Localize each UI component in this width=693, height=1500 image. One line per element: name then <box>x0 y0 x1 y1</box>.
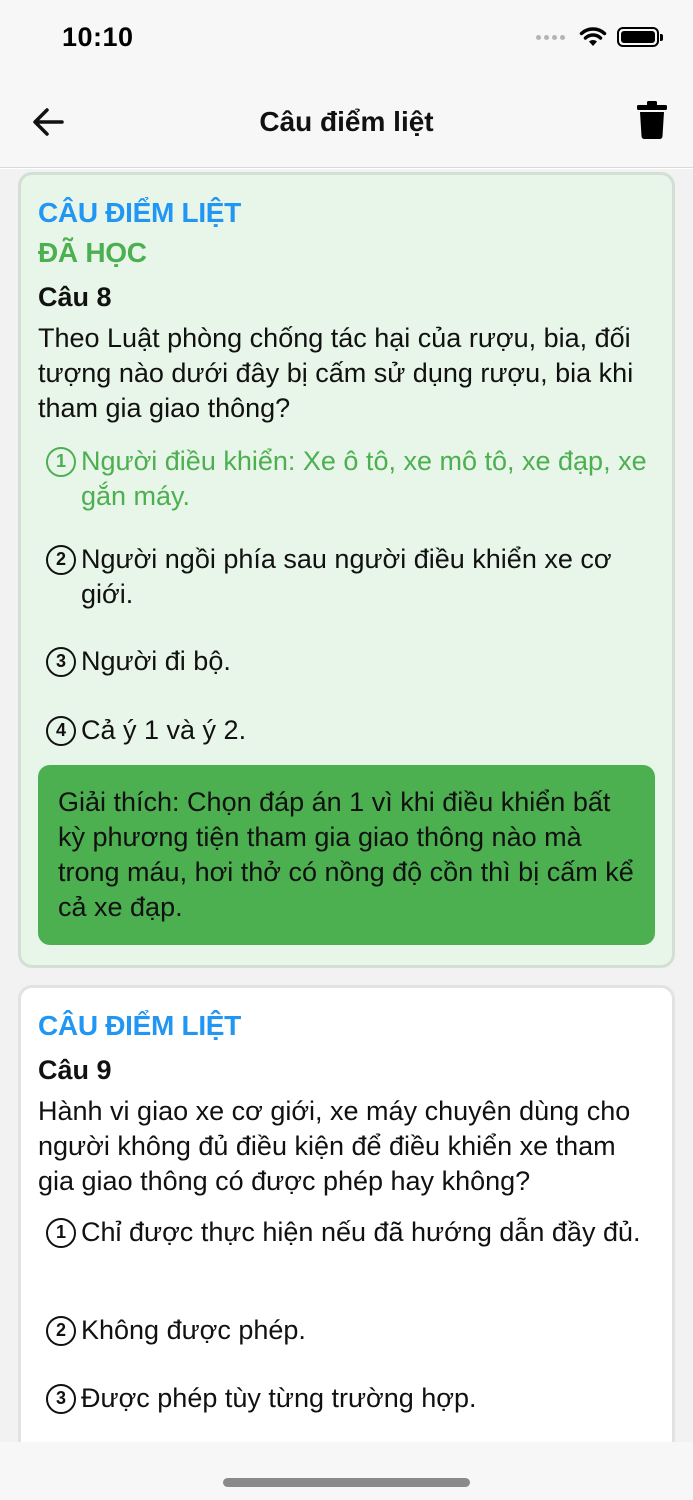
important-tag: CÂU ĐIỂM LIỆT <box>38 1010 241 1041</box>
page-title: Câu điểm liệt <box>259 106 434 137</box>
answer-text: Người đi bộ. <box>81 646 231 676</box>
answer-option[interactable]: 4 Cả ý 1 và ý 2. <box>38 713 655 765</box>
answer-text: Chỉ được thực hiện nếu đã hướng dẫn đầy … <box>81 1217 641 1247</box>
answer-option[interactable]: 1 Chỉ được thực hiện nếu đã hướng dẫn đầ… <box>38 1215 655 1313</box>
answer-option[interactable]: 3 Người đi bộ. <box>38 644 655 713</box>
answer-number-1: 1 <box>46 447 76 477</box>
question-number: Câu 9 <box>38 1055 112 1085</box>
battery-icon <box>617 27 663 47</box>
home-indicator-area <box>0 1442 693 1500</box>
answer-number-1: 1 <box>46 1218 76 1248</box>
cellular-signal-icon <box>536 34 565 40</box>
answer-text: Người điều khiển: Xe ô tô, xe mô tô, xe … <box>81 446 647 511</box>
delete-button[interactable] <box>637 100 667 140</box>
question-card[interactable]: CÂU ĐIỂM LIỆT ĐÃ HỌC Câu 8 Theo Luật phò… <box>18 172 675 968</box>
answer-number-3: 3 <box>46 1384 76 1414</box>
question-text: Hành vi giao xe cơ giới, xe máy chuyên d… <box>38 1096 631 1196</box>
answer-number-2: 2 <box>46 1316 76 1346</box>
answer-option-correct[interactable]: 1 Người điều khiển: Xe ô tô, xe mô tô, x… <box>38 444 655 542</box>
trash-icon <box>637 101 667 139</box>
learned-tag: ĐÃ HỌC <box>38 237 147 268</box>
answer-number-2: 2 <box>46 545 76 575</box>
status-icons <box>536 26 663 48</box>
answer-text: Không được phép. <box>81 1315 306 1345</box>
question-number: Câu 8 <box>38 282 112 312</box>
question-list[interactable]: CÂU ĐIỂM LIỆT ĐÃ HỌC Câu 8 Theo Luật phò… <box>0 169 693 1442</box>
status-bar: 10:10 <box>0 0 693 80</box>
important-tag: CÂU ĐIỂM LIỆT <box>38 197 241 228</box>
status-time: 10:10 <box>62 22 134 52</box>
answer-number-4: 4 <box>46 716 76 746</box>
wifi-icon <box>579 27 607 46</box>
answer-list: 1 Người điều khiển: Xe ô tô, xe mô tô, x… <box>38 444 655 765</box>
answer-text: Người ngồi phía sau người điều khiển xe … <box>81 544 612 609</box>
answer-option[interactable]: 2 Không được phép. <box>38 1313 655 1381</box>
navigation-bar: Câu điểm liệt <box>0 80 693 168</box>
answer-text: Được phép tùy từng trường hợp. <box>81 1383 477 1413</box>
question-text: Theo Luật phòng chống tác hại của rượu, … <box>38 323 634 423</box>
answer-number-3: 3 <box>46 647 76 677</box>
question-card[interactable]: CÂU ĐIỂM LIỆT Câu 9 Hành vi giao xe cơ g… <box>18 985 675 1442</box>
answer-text: Cả ý 1 và ý 2. <box>81 715 247 745</box>
answer-option[interactable]: 2 Người ngồi phía sau người điều khiển x… <box>38 542 655 644</box>
answer-list: 1 Chỉ được thực hiện nếu đã hướng dẫn đầ… <box>38 1215 655 1433</box>
explanation-box: Giải thích: Chọn đáp án 1 vì khi điều kh… <box>38 765 655 945</box>
answer-option[interactable]: 3 Được phép tùy từng trường hợp. <box>38 1381 655 1433</box>
home-indicator[interactable] <box>223 1478 470 1487</box>
